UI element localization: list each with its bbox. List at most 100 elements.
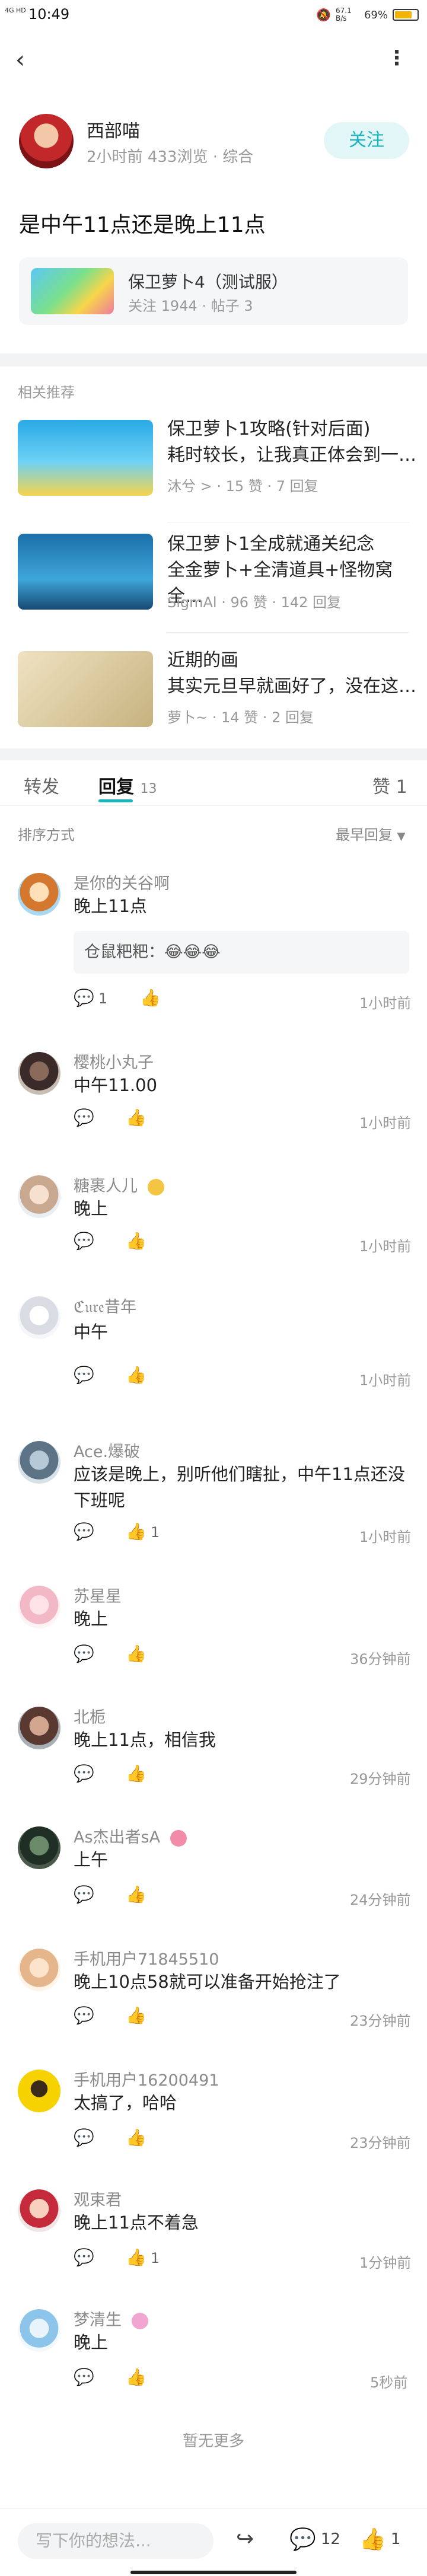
thumbs-up-icon[interactable]: 👍 (126, 1644, 146, 1663)
commenter-name[interactable]: 北栀 (74, 1704, 106, 1727)
related-meta: SigmAl · 96 赞 · 142 回复 (167, 594, 341, 611)
commenter-name-text: 梦清生 (74, 2311, 122, 2329)
commenter-avatar[interactable] (18, 1826, 60, 1869)
tab-forward[interactable]: 转发 (24, 772, 59, 798)
more-options-icon[interactable]: ⋮ (387, 46, 407, 70)
comment-icon[interactable]: 💬 (74, 1885, 94, 1904)
thumbs-up-icon: 👍 (359, 2527, 386, 2552)
commenter-avatar[interactable] (18, 1441, 60, 1484)
post-category[interactable]: 综合 (222, 148, 253, 166)
commenter-name[interactable]: 梦清生 (74, 2307, 148, 2330)
comment-item: 苏星星 晚上 💬 👍 36分钟前 (0, 1574, 427, 1692)
thumbs-up-icon[interactable]: 👍 (126, 1522, 146, 1541)
comment-icon[interactable]: 💬 (74, 988, 94, 1008)
status-time: 10:49 (28, 6, 70, 23)
related-thumbnail (18, 420, 153, 496)
commenter-avatar[interactable] (18, 2070, 60, 2112)
commenter-avatar[interactable] (18, 873, 60, 916)
commenter-avatar[interactable] (18, 1707, 60, 1749)
thumbs-up-icon[interactable]: 👍 (126, 1365, 146, 1385)
commenter-name[interactable]: As杰出者sA (74, 1824, 187, 1847)
comment-icon[interactable]: 💬 (74, 1644, 94, 1663)
comment-text: 晚上 (74, 1609, 109, 1629)
commenter-avatar[interactable] (18, 2189, 60, 2232)
commenter-name[interactable]: 苏星星 (74, 1583, 122, 1606)
level-badge-icon (131, 2312, 148, 2329)
comment-item: 梦清生 晚上 💬 👍 5秒前 (0, 2297, 427, 2416)
commenter-name[interactable]: 观束君 (74, 2187, 122, 2210)
related-subtitle: 其实元旦早就画好了，没在这… (167, 676, 416, 697)
commenter-avatar[interactable] (18, 1052, 60, 1095)
sort-label: 排序方式 (18, 827, 75, 843)
back-icon[interactable]: ‹ (15, 46, 25, 74)
author-avatar[interactable] (19, 114, 74, 168)
thumbs-up-icon[interactable]: 👍 (126, 1231, 146, 1251)
thumbs-up-icon[interactable]: 👍 (126, 1764, 146, 1783)
share-button[interactable]: ↪ (236, 2527, 254, 2551)
thumbs-up-icon[interactable]: 👍 (126, 2128, 146, 2147)
tab-like[interactable]: 赞 1 (372, 772, 407, 798)
thumbs-up-icon[interactable]: 👍 (126, 2247, 146, 2267)
commenter-name[interactable]: 手机用户16200491 (74, 2067, 219, 2090)
related-item[interactable]: 保卫萝卜1全成就通关纪念 全金萝卜+全清道具+怪物窝全… SigmAl · 96… (0, 531, 427, 632)
divider (167, 632, 409, 633)
commenter-avatar[interactable] (18, 1296, 60, 1339)
comment-icon[interactable]: 💬 (74, 2006, 94, 2025)
comment-time: 1小时前 (359, 1529, 412, 1545)
thumbs-up-icon[interactable]: 👍 (126, 1885, 146, 1904)
comment-icon[interactable]: 💬 (74, 1365, 94, 1385)
reply-count: 1 (98, 990, 108, 1007)
comment-icon[interactable]: 💬 (74, 1522, 94, 1541)
commenter-name[interactable]: Ace.爆破 (74, 1439, 140, 1462)
comment-input[interactable]: 写下你的想法... (18, 2523, 214, 2559)
commenter-name-text: As杰出者sA (74, 1828, 161, 1847)
commenter-avatar[interactable] (18, 1949, 60, 1991)
thumbs-up-icon[interactable]: 👍 (126, 2006, 146, 2025)
comment-icon[interactable]: 💬 (74, 1764, 94, 1783)
comment-icon[interactable]: 💬 (74, 1108, 94, 1127)
commenter-avatar[interactable] (18, 1175, 60, 1218)
comment-text: 上午 (74, 1850, 109, 1870)
comment-time: 1小时前 (359, 1372, 412, 1389)
comment-text: 晚上 (74, 2332, 109, 2352)
follow-button[interactable]: 关注 (324, 122, 409, 159)
commenter-name[interactable]: 糖裹人儿 (74, 1173, 164, 1196)
game-thumbnail (31, 268, 114, 314)
comment-text: 晚上 (74, 1198, 109, 1219)
commenter-name[interactable]: 手机用户71845510 (74, 1946, 219, 1969)
thumbs-up-icon[interactable]: 👍 (126, 1108, 146, 1127)
comment-item: 糖裹人儿 晚上 💬 👍 1小时前 (0, 1163, 427, 1282)
related-label: 相关推荐 (18, 384, 75, 401)
commenter-name[interactable]: ℭ𝔲𝔯𝔢昔年 (74, 1294, 136, 1317)
comment-time: 23分钟前 (350, 2013, 411, 2029)
commenter-name[interactable]: 樱桃小丸子 (74, 1050, 154, 1073)
like-count: 1 (390, 2530, 401, 2548)
commenter-avatar[interactable] (18, 2309, 60, 2352)
comment-icon[interactable]: 💬 (74, 2247, 94, 2267)
comment-button[interactable]: 💬 12 (289, 2527, 340, 2552)
commenter-name[interactable]: 是你的关谷啊 (74, 871, 170, 894)
sort-dropdown[interactable]: 最早回复 ▼ (336, 823, 405, 844)
thumbs-up-icon[interactable]: 👍 (126, 2367, 146, 2387)
reply-preview[interactable]: 仓鼠粑粑：😂😂😂 (74, 931, 409, 974)
no-more-text: 暂无更多 (182, 2432, 244, 2450)
comment-time: 29分钟前 (350, 1771, 411, 1787)
comment-text: 中午11.00 (74, 1075, 158, 1095)
commenter-avatar[interactable] (18, 1586, 60, 1628)
tab-reply[interactable]: 回复 13 (98, 772, 157, 798)
section-divider (0, 748, 427, 760)
author-name[interactable]: 西部喵 (87, 116, 140, 142)
like-count: 1 (151, 2250, 160, 2266)
related-item[interactable]: 近期的画 其实元旦早就画好了，没在这… 萝卜~ · 14 赞 · 2 回复 (0, 642, 427, 742)
comment-icon[interactable]: 💬 (74, 2367, 94, 2387)
like-button[interactable]: 👍 1 (359, 2527, 400, 2552)
game-card[interactable]: 保卫萝卜4（测试服） 关注 1944 · 帖子 3 (19, 257, 408, 325)
home-indicator (130, 2571, 297, 2574)
comment-item: As杰出者sA 上午 💬 👍 24分钟前 (0, 1815, 427, 1933)
comment-icon[interactable]: 💬 (74, 1231, 94, 1251)
comment-icon[interactable]: 💬 (74, 2128, 94, 2147)
related-item[interactable]: 保卫萝卜1攻略(针对后面) 耗时较长，让我真正体会到一… 沐兮 > · 15 赞… (0, 409, 427, 510)
mute-icon: 🔕 (316, 8, 331, 22)
thumbs-up-icon[interactable]: 👍 (140, 988, 161, 1008)
chevron-down-icon: ▼ (397, 830, 406, 843)
